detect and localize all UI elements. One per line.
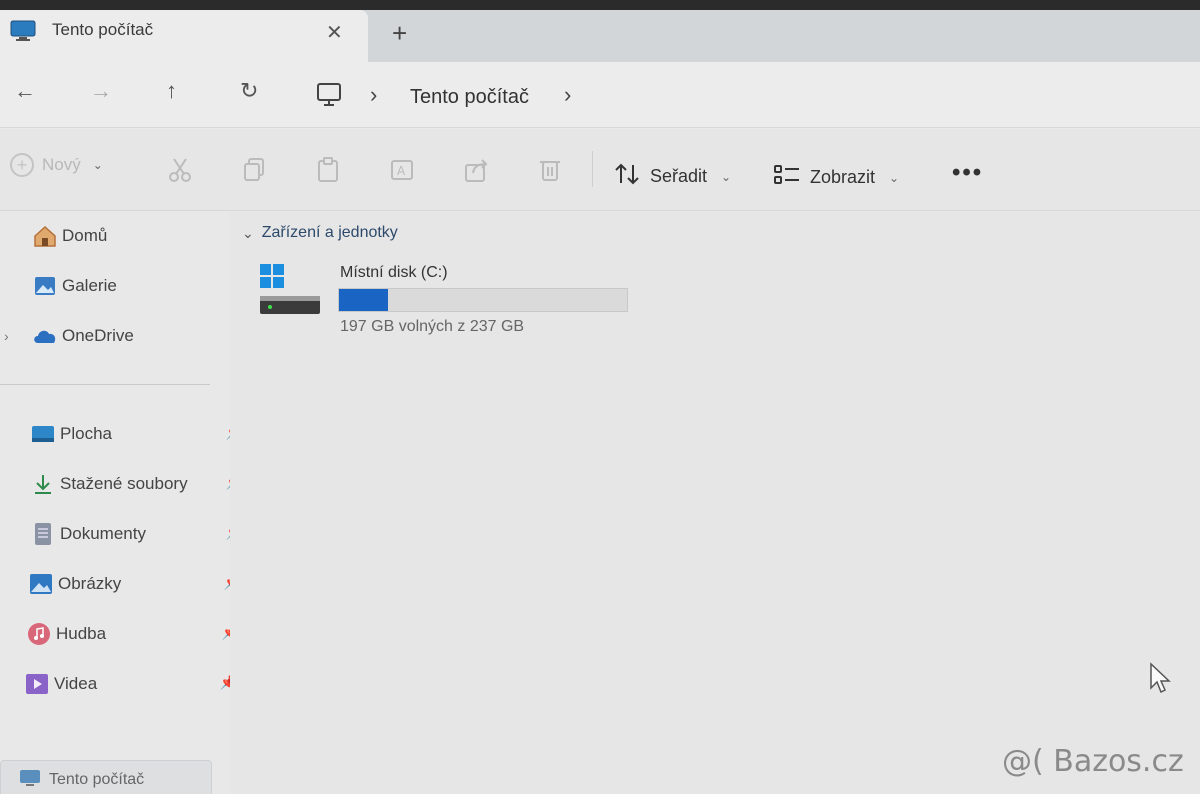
chevron-down-icon: ⌄ [889, 170, 900, 185]
breadcrumb-chevron-icon[interactable]: › [564, 84, 571, 106]
drive-free-space: 197 GB volných z 237 GB [340, 318, 525, 335]
sidebar-item-onedrive[interactable]: OneDrive [32, 318, 257, 354]
sidebar-item-downloads[interactable]: Stažené soubory 📌 [30, 466, 255, 502]
top-edge [0, 0, 1200, 10]
sort-label: Seřadit [650, 166, 708, 186]
chevron-down-icon: ⌄ [242, 224, 254, 241]
sidebar-item-label: Plocha [60, 424, 112, 443]
sidebar-item-label: OneDrive [62, 326, 134, 345]
breadcrumb-location[interactable]: Tento počítač [410, 86, 529, 109]
sidebar-item-label: Obrázky [58, 574, 122, 593]
sidebar-item-gallery[interactable]: Galerie [32, 268, 257, 304]
toolbar-divider [592, 151, 593, 187]
mouse-pointer-icon [1148, 662, 1174, 701]
more-options-icon[interactable]: ••• [952, 159, 983, 187]
monitor-icon [19, 769, 41, 792]
sidebar-item-videos[interactable]: Videa 📌 [24, 666, 249, 702]
refresh-icon[interactable]: ↻ [240, 78, 258, 104]
view-button[interactable]: Zobrazit ⌄ [774, 164, 899, 191]
music-icon [26, 622, 52, 646]
computer-icon[interactable] [316, 82, 342, 113]
up-arrow-icon[interactable]: ↑ [166, 78, 177, 104]
tab-title: Tento počítač [52, 20, 154, 39]
home-icon [32, 224, 58, 248]
watermark: @( Bazos.cz [1002, 744, 1184, 779]
back-arrow-icon[interactable]: ← [14, 78, 36, 104]
copy-icon[interactable] [242, 157, 266, 188]
chevron-down-icon: ⌄ [92, 158, 103, 172]
breadcrumb-chevron-icon[interactable]: › [370, 84, 377, 106]
navigation-pane: Domů Galerie › OneDrive Plocha 📌 Stažené… [0, 212, 243, 794]
new-button-label: Nový [42, 155, 81, 174]
cloud-icon [32, 324, 58, 348]
sidebar-item-label: Videa [54, 674, 98, 693]
sidebar-item-home[interactable]: Domů [32, 218, 257, 254]
drive-usage-bar [338, 288, 628, 312]
view-label: Zobrazit [810, 167, 876, 187]
address-row: ← → ↑ ↻ › Tento počítač › [0, 62, 1200, 128]
delete-icon[interactable] [538, 157, 562, 188]
content-area: ⌄ Zařízení a jednotky Místní disk (C:) 1… [230, 212, 1200, 794]
sidebar-item-documents[interactable]: Dokumenty 📌 [30, 516, 255, 552]
tab-bar: Tento počítač ✕ + [0, 10, 1200, 62]
group-header-devices[interactable]: ⌄ Zařízení a jednotky [242, 224, 398, 242]
gallery-icon [32, 274, 58, 298]
tab-this-pc[interactable]: Tento počítač ✕ [0, 10, 368, 62]
monitor-icon [10, 20, 36, 47]
forward-arrow-icon[interactable]: → [90, 78, 112, 104]
desktop-folder-icon [30, 422, 56, 446]
close-icon[interactable]: ✕ [326, 20, 343, 45]
hard-drive-icon [254, 262, 324, 325]
command-bar: + Nový ⌄ A Seřadit ⌄ Zobrazit ⌄ ••• [0, 129, 1200, 211]
share-icon[interactable] [464, 157, 490, 188]
svg-text:A: A [397, 164, 406, 178]
download-icon [30, 472, 56, 496]
plus-icon: + [10, 153, 34, 177]
new-button[interactable]: + Nový ⌄ [10, 153, 103, 177]
sidebar-item-this-pc[interactable]: Tento počítač [0, 760, 212, 794]
sidebar-item-label: Hudba [56, 624, 107, 643]
documents-icon [30, 522, 56, 546]
sidebar-item-desktop[interactable]: Plocha 📌 [30, 416, 255, 452]
chevron-down-icon: ⌄ [721, 169, 732, 184]
sidebar-divider [0, 384, 210, 385]
group-title: Zařízení a jednotky [261, 224, 398, 241]
rename-icon[interactable]: A [390, 157, 416, 188]
sidebar-item-label: Stažené soubory [60, 474, 188, 493]
drive-name: Místní disk (C:) [340, 264, 448, 281]
sidebar-item-label: Tento počítač [49, 771, 145, 788]
sidebar-item-music[interactable]: Hudba 📌 [26, 616, 251, 652]
pictures-icon [28, 572, 54, 596]
new-tab-button[interactable]: + [392, 20, 407, 46]
drive-tile-c[interactable]: Místní disk (C:) 197 GB volných z 237 GB [254, 260, 634, 340]
drive-usage-fill [339, 289, 388, 311]
sidebar-item-label: Dokumenty [60, 524, 146, 543]
chevron-right-icon[interactable]: › [4, 328, 9, 344]
view-icon [774, 164, 800, 191]
sort-button[interactable]: Seřadit ⌄ [614, 163, 731, 190]
sidebar-item-label: Galerie [62, 276, 117, 295]
sidebar-item-label: Domů [62, 226, 108, 245]
sidebar-item-pictures[interactable]: Obrázky 📌 [28, 566, 253, 602]
videos-icon [24, 672, 50, 696]
sort-icon [614, 163, 640, 190]
paste-icon[interactable] [316, 157, 340, 188]
cut-icon[interactable] [168, 157, 192, 188]
